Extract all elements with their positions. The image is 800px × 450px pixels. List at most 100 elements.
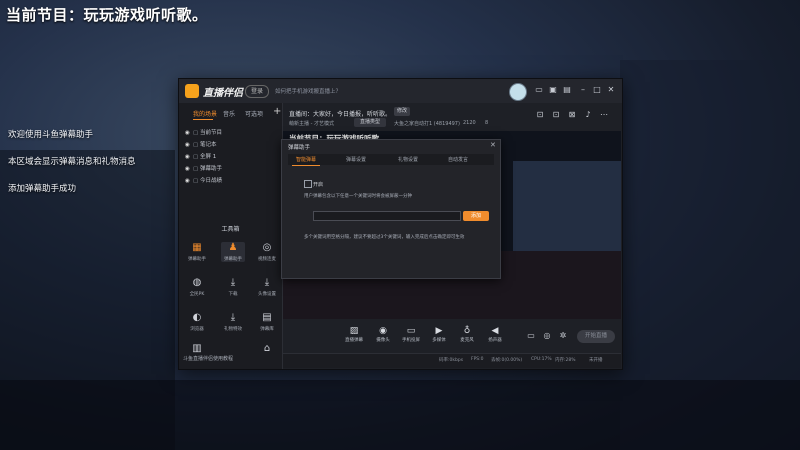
video-icon: ◎	[262, 242, 272, 253]
notice-link[interactable]: 如何把手机游戏搬直播上？	[275, 87, 341, 95]
mic-button[interactable]: ♁ 麦克风	[456, 326, 478, 343]
add-keyword-button[interactable]: 添加	[463, 211, 489, 221]
app-name: 直播伴侣	[203, 88, 243, 99]
settings-icon[interactable]: ✲	[558, 331, 568, 341]
more-icon[interactable]: ⋯	[599, 110, 609, 120]
status-bitrate: 码率:0kbps	[439, 358, 464, 363]
scene-item[interactable]: ◉ ▢ 今日战绩	[185, 176, 222, 184]
source-icon: ▢	[193, 142, 199, 148]
login-button[interactable]: 登录	[245, 85, 269, 98]
media-button[interactable]: ▶ 多媒体	[428, 326, 450, 343]
logo-icon	[185, 84, 199, 98]
phone-icon: ▭	[406, 326, 416, 336]
danmu-icon: ▦	[192, 242, 202, 253]
avatar[interactable]	[509, 83, 527, 101]
dialog-description: 用户弹幕包含以下任意一个关键词时将会被屏蔽一分钟	[304, 194, 412, 199]
dialog-note: 多个关键词用空格分隔，建议不要超过3个关键词，输入完成后点击确定即可生效	[304, 235, 465, 240]
home-icon: ⌂	[263, 343, 271, 354]
box-icon: ▥	[192, 343, 202, 354]
eye-icon[interactable]: ◎	[542, 331, 552, 341]
tool-video-link[interactable]: ◎ 视频连麦	[255, 242, 279, 262]
danmu-assistant-dialog: 弹幕助手 ✕ 智能弹幕 弹幕设置 礼物设置 自动发言 开启 用户弹幕包含以下任意…	[281, 139, 501, 279]
close-icon[interactable]: ✕	[490, 141, 496, 149]
maximize-icon[interactable]: □	[592, 85, 602, 95]
gift-icon[interactable]: ▤	[562, 85, 572, 95]
tool-home[interactable]: ⌂	[255, 343, 279, 355]
add-scene-icon[interactable]: +	[273, 106, 281, 117]
source-icon: ▢	[193, 166, 199, 172]
tab-auto-speak[interactable]: 自动发言	[448, 156, 468, 163]
tab-underline	[292, 165, 320, 166]
live-danmu-button[interactable]: ▨ 直播弹幕	[343, 326, 365, 343]
camera-icon: ◉	[379, 326, 387, 336]
eye-icon[interactable]: ◉	[185, 166, 193, 172]
list-icon: ▤	[262, 312, 272, 323]
eye-icon[interactable]: ◉	[185, 130, 193, 136]
tool-danmu-assistant[interactable]: ♟ 弹幕助手	[221, 242, 245, 262]
keyword-input[interactable]	[313, 211, 461, 221]
download-icon: ⤓	[230, 277, 236, 288]
bell-icon[interactable]: ♪	[583, 110, 593, 120]
scene-item[interactable]: ◉ ▢ 全屏 1	[185, 152, 216, 160]
scene-item[interactable]: ◉ ▢ 笔记本	[185, 140, 217, 148]
eye-icon[interactable]: ◉	[185, 142, 193, 148]
scene-item[interactable]: ◉ ▢ 当前节目	[185, 128, 222, 136]
close-icon[interactable]: ✕	[606, 85, 616, 95]
tab-underline	[193, 119, 213, 120]
scene-item[interactable]: ◉ ▢ 弹幕助手	[185, 164, 222, 172]
start-live-button[interactable]: 开始直播	[577, 330, 615, 343]
shirt-icon[interactable]: ▣	[548, 85, 558, 95]
room-id: 大鱼之家自动打1 (4819497)	[394, 121, 460, 127]
preview-scene-shape	[513, 161, 621, 251]
titlebar: 直播伴侣 登录 如何把手机游戏搬直播上？ ▭ ▣ ▤ – □ ✕	[179, 79, 622, 103]
eye-icon[interactable]: ◉	[185, 154, 193, 160]
download-icon: ⤓	[264, 277, 270, 288]
status-cpu: CPU:17%	[531, 357, 552, 362]
category-button[interactable]: 直播类型	[354, 118, 386, 127]
phone-cast-button[interactable]: ▭ 手机投屏	[400, 326, 422, 343]
tutorial-link[interactable]: 斗鱼直播伴侣使用教程	[183, 355, 233, 362]
left-panel: 我的场景 音乐 可选项 + ◉ ▢ 当前节目 ◉ ▢ 笔记本 ◉ ▢ 全屏 1 ◉ ▢ 弹幕助手…	[179, 103, 283, 369]
background-floor	[0, 380, 800, 450]
status-dropped: 丢帧:0(0.00%)	[491, 358, 523, 363]
tab-music[interactable]: 音乐	[223, 109, 235, 118]
user-icon: ♟	[228, 242, 238, 253]
source-icon: ▢	[193, 154, 199, 160]
enable-checkbox[interactable]	[304, 180, 312, 188]
status-memory: 内存:28%	[555, 358, 576, 363]
tab-smart-danmu[interactable]: 智能弹幕	[296, 156, 316, 163]
heat-count: 2120	[463, 120, 476, 126]
enable-label: 开启	[313, 182, 324, 188]
source-icon: ▢	[193, 178, 199, 184]
record-icon[interactable]: ▭	[526, 331, 536, 341]
source-icon: ▢	[193, 130, 199, 136]
tab-gift-settings[interactable]: 礼物设置	[398, 156, 418, 163]
fans-count: 8	[485, 120, 489, 126]
group-icon[interactable]: ⊠	[567, 110, 577, 120]
tool-browser[interactable]: ◐ 浏览器	[185, 312, 209, 332]
tool-gift-effect[interactable]: ⤓ 礼物特效	[221, 312, 245, 332]
chat-icon[interactable]: ⊡	[551, 110, 561, 120]
tool-danmu-list[interactable]: ▤ 弹幕库	[255, 312, 279, 332]
menu-icon[interactable]: ▭	[534, 85, 544, 95]
camera-button[interactable]: ◉ 摄像头	[372, 326, 394, 343]
tool-pk[interactable]: ◍ 全民PK	[185, 277, 209, 297]
mic-icon: ♁	[463, 326, 471, 336]
gift-icon: ⤓	[230, 312, 236, 323]
share-icon[interactable]: ⊡	[535, 110, 545, 120]
tool-more[interactable]: ▥	[185, 343, 209, 355]
stream-title: 当前节目：玩玩游戏听听歌。	[6, 6, 208, 24]
tool-danmu[interactable]: ▦ 弹幕助手	[185, 242, 209, 262]
tool-download[interactable]: ⤓ 下载	[221, 277, 245, 297]
eye-icon[interactable]: ◉	[185, 178, 193, 184]
tab-scenes[interactable]: 我的场景	[193, 109, 217, 118]
tab-options[interactable]: 可选项	[245, 109, 263, 118]
edit-button[interactable]: 修改	[394, 107, 410, 116]
tab-danmu-settings[interactable]: 弹幕设置	[346, 156, 366, 163]
room-title: 直播间：大家好，今日播报，听听歌。	[289, 111, 392, 118]
tool-avatar[interactable]: ⤓ 头像设置	[255, 277, 279, 297]
speaker-button[interactable]: ◀ 扬声器	[484, 326, 506, 343]
media-icon: ▶	[435, 326, 443, 336]
minimize-icon[interactable]: –	[578, 85, 588, 95]
danmu-line: 欢迎使用斗鱼弹幕助手	[8, 130, 94, 140]
